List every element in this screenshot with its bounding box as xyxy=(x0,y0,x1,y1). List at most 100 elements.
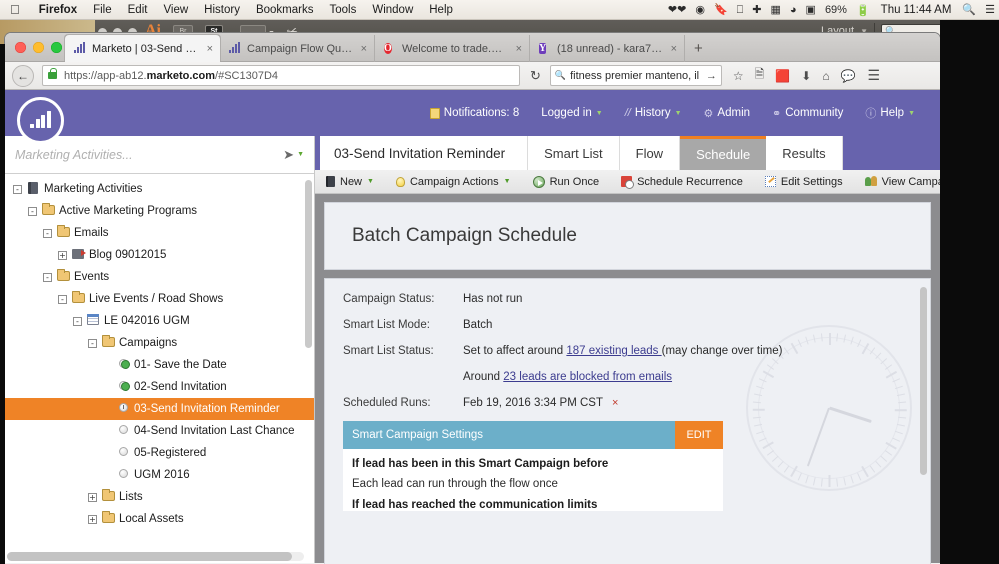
maximize-window-button[interactable] xyxy=(51,42,62,53)
menu-edit[interactable]: Edit xyxy=(120,0,156,20)
search-go-icon[interactable]: → xyxy=(706,70,717,82)
expand-icon[interactable]: + xyxy=(88,492,97,502)
expand-icon[interactable]: + xyxy=(88,514,97,524)
apple-menu-icon[interactable]:  xyxy=(0,3,31,16)
close-icon[interactable]: × xyxy=(671,43,677,55)
timemachine-icon[interactable]: ▦ xyxy=(770,0,780,20)
menu-bookmarks[interactable]: Bookmarks xyxy=(248,0,322,20)
run-once-button[interactable]: Run Once xyxy=(522,170,611,194)
menu-file[interactable]: File xyxy=(85,0,120,20)
sidebar-search-input[interactable]: Marketing Activities... xyxy=(15,148,283,162)
tree-item-lists[interactable]: + Lists xyxy=(5,486,314,508)
tree-item-le-042016-ugm[interactable]: - LE 042016 UGM xyxy=(5,310,314,332)
tree-item-03-send-invitation-reminder[interactable]: 03-Send Invitation Reminder xyxy=(5,398,314,420)
back-button[interactable]: ← xyxy=(12,64,34,87)
tree-item-blog-09012015[interactable]: + Blog 09012015 xyxy=(5,244,314,266)
home-icon[interactable]: ⌂ xyxy=(822,69,829,83)
settings-edit-button[interactable]: EDIT xyxy=(675,421,723,449)
minimize-window-button[interactable] xyxy=(33,42,44,53)
new-tab-button[interactable]: + xyxy=(685,35,712,62)
browser-tab-2[interactable]: Campaign Flow Question | ... × xyxy=(220,35,375,62)
crosshair-icon[interactable]: ✚ xyxy=(752,0,761,20)
tree-item-05-registered[interactable]: 05-Registered xyxy=(5,442,314,464)
browser-menu-icon[interactable]: ☰ xyxy=(868,67,881,84)
chat-icon[interactable]: 💬 xyxy=(841,69,856,83)
schedule-recurrence-button[interactable]: Schedule Recurrence xyxy=(610,170,754,194)
close-window-button[interactable] xyxy=(15,42,26,53)
bookmark-star-icon[interactable]: ☆ xyxy=(733,69,744,83)
nav-logged-in[interactable]: Logged in ▼ xyxy=(530,107,613,119)
menu-help[interactable]: Help xyxy=(421,0,461,20)
close-icon[interactable]: × xyxy=(207,43,213,55)
close-icon[interactable]: × xyxy=(516,43,522,55)
menu-firefox[interactable]: Firefox xyxy=(31,0,85,20)
tree-item-01-save-the-date[interactable]: 01- Save the Date xyxy=(5,354,314,376)
browser-tab-1[interactable]: Marketo | 03-Send Invitatio... × xyxy=(65,35,220,62)
collapse-icon[interactable]: - xyxy=(58,294,67,304)
delete-scheduled-run-icon[interactable]: × xyxy=(612,397,618,409)
tree-item-ugm-2016[interactable]: UGM 2016 xyxy=(5,464,314,486)
display-icon[interactable]: ▣ xyxy=(806,0,816,20)
tree-item-events[interactable]: - Events xyxy=(5,266,314,288)
edit-settings-button[interactable]: Edit Settings xyxy=(754,170,854,194)
battery-icon[interactable]: 🔋 xyxy=(856,4,870,17)
collapse-icon[interactable]: - xyxy=(88,338,97,348)
sidebar-vertical-scrollbar[interactable] xyxy=(305,180,312,348)
expand-icon[interactable]: + xyxy=(58,250,67,260)
window-controls[interactable] xyxy=(15,42,62,53)
nav-history[interactable]: // History ▼ xyxy=(614,107,693,119)
tree-item-campaigns[interactable]: - Campaigns xyxy=(5,332,314,354)
close-icon[interactable]: × xyxy=(361,43,367,55)
tree-item-live-events-road-shows[interactable]: - Live Events / Road Shows xyxy=(5,288,314,310)
marketo-logo-icon[interactable] xyxy=(17,97,64,144)
menu-window[interactable]: Window xyxy=(364,0,421,20)
tree-item-02-send-invitation[interactable]: 02-Send Invitation xyxy=(5,376,314,398)
tab-results[interactable]: Results xyxy=(766,136,843,170)
address-bar[interactable]: https://app-ab12.marketo.com/#SC1307D4 xyxy=(42,65,520,86)
existing-leads-link[interactable]: 187 existing leads xyxy=(566,345,661,357)
blocked-leads-link[interactable]: 23 leads are blocked from emails xyxy=(503,371,672,383)
browser-search-input[interactable]: 🔍 fitness premier manteno, il → xyxy=(549,65,722,86)
nav-notifications[interactable]: Notifications: 8 xyxy=(419,107,530,119)
collapse-icon[interactable]: - xyxy=(43,272,52,282)
dropbox-icon[interactable]: ❤❤ xyxy=(668,0,686,20)
reader-icon[interactable]: 🗎 xyxy=(755,65,765,86)
bluetooth-icon[interactable]: ◉ xyxy=(695,0,705,20)
content-vertical-scrollbar[interactable] xyxy=(920,287,927,475)
nav-admin[interactable]: ⚙ Admin xyxy=(693,107,761,120)
new-button[interactable]: New ▼ xyxy=(315,170,385,194)
evernote-icon[interactable]: 🔖 xyxy=(714,0,728,20)
sidebar-search-row[interactable]: Marketing Activities... ➤ ▼ xyxy=(5,136,314,174)
tree-item-marketing-activities[interactable]: - Marketing Activities xyxy=(5,178,314,200)
menu-view[interactable]: View xyxy=(155,0,196,20)
menu-tools[interactable]: Tools xyxy=(321,0,364,20)
tab-smart-list[interactable]: Smart List xyxy=(528,136,620,170)
collapse-icon[interactable]: - xyxy=(13,184,22,194)
sidebar-horizontal-scrollbar[interactable] xyxy=(7,552,304,561)
collapse-icon[interactable]: - xyxy=(28,206,37,216)
tab-flow[interactable]: Flow xyxy=(619,136,681,170)
airplay-icon[interactable]: ⎕ xyxy=(737,0,744,20)
wifi-icon[interactable]: ◕ xyxy=(790,0,797,20)
tree-item-04-send-invitation-last-chance[interactable]: 04-Send Invitation Last Chance xyxy=(5,420,314,442)
search-icon[interactable]: 🔍 xyxy=(962,0,976,20)
campaign-actions-button[interactable]: Campaign Actions ▼ xyxy=(385,170,522,194)
send-arrow-icon[interactable]: ➤ xyxy=(283,147,294,163)
browser-tab-3[interactable]: O Welcome to trade.4over.com × xyxy=(375,35,530,62)
tree-item-active-marketing-programs[interactable]: - Active Marketing Programs xyxy=(5,200,314,222)
pocket-icon[interactable]: 🟥 xyxy=(775,69,790,83)
tree-item-emails[interactable]: - Emails xyxy=(5,222,314,244)
nav-community[interactable]: ⚭ Community xyxy=(761,107,854,120)
collapse-icon[interactable]: - xyxy=(43,228,52,238)
tab-schedule[interactable]: Schedule xyxy=(680,136,767,170)
reload-icon[interactable]: ↻ xyxy=(530,68,541,84)
menubar-clock[interactable]: Thu 11:44 AM xyxy=(879,4,954,16)
view-campaign-members-button[interactable]: View Campaign Members xyxy=(854,170,940,194)
menu-history[interactable]: History xyxy=(196,0,248,20)
collapse-icon[interactable]: - xyxy=(73,316,82,326)
notification-center-icon[interactable]: ☰ xyxy=(985,0,995,20)
tree-item-local-assets[interactable]: + Local Assets xyxy=(5,508,314,530)
nav-help[interactable]: ⓘ Help ▼ xyxy=(854,105,926,121)
chevron-down-icon[interactable]: ▼ xyxy=(297,151,304,158)
browser-tab-4[interactable]: Y (18 unread) - kara72@sbcg... × xyxy=(530,35,685,62)
